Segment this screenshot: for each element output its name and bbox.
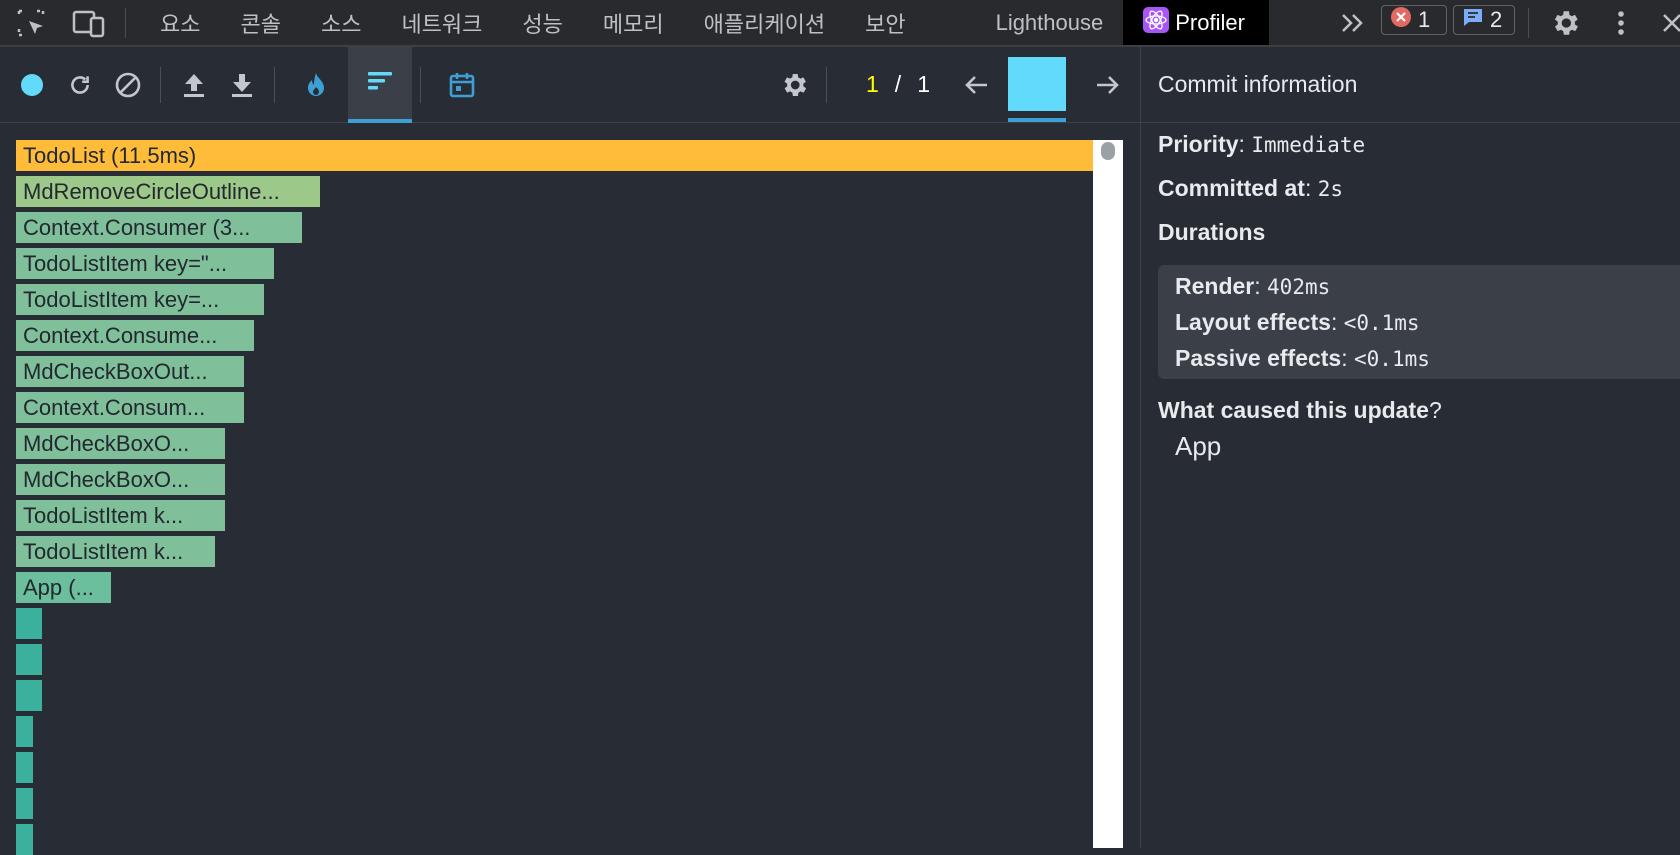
update-cause-component[interactable]: App (1175, 431, 1221, 462)
commit-bar[interactable] (1008, 56, 1066, 111)
layout-effects-value: <0.1ms (1343, 311, 1420, 335)
committed-at-value: 2s (1317, 177, 1344, 201)
load-profile-icon[interactable] (178, 47, 210, 122)
close-devtools-icon[interactable] (1660, 0, 1680, 45)
reload-and-profile-icon[interactable] (64, 47, 96, 122)
more-options-icon[interactable] (1611, 0, 1631, 45)
divider (160, 67, 161, 103)
update-cause-row: What caused this update? (1158, 397, 1442, 423)
durations-label: Durations (1158, 219, 1265, 246)
component-bar[interactable] (16, 716, 34, 747)
devtools-tabbar: 요소 콘솔 소스 네트워크 성능 메모리 애플리케이션 보안 Lighthous… (0, 0, 1680, 47)
component-bar[interactable]: MdCheckBoxOut... (16, 356, 245, 387)
component-bar[interactable]: TodoListItem key=... (16, 284, 265, 315)
commit-current: 1 (866, 71, 879, 97)
commit-counter: 1 / 1 (848, 47, 948, 122)
tab-lighthouse[interactable]: Lighthouse (926, 0, 1124, 45)
component-bar[interactable]: MdCheckBoxO... (16, 464, 226, 495)
passive-effects-value: <0.1ms (1354, 347, 1430, 371)
divider (274, 67, 275, 103)
tab-memory[interactable]: 메모리 (583, 0, 684, 45)
priority-label: Priority (1158, 131, 1239, 157)
component-bar[interactable] (16, 752, 34, 783)
layout-effects-row: Layout effects: <0.1ms (1175, 309, 1420, 335)
inspect-element-icon[interactable] (16, 0, 46, 45)
committed-at-label: Committed at (1158, 175, 1305, 201)
component-bar[interactable] (16, 824, 34, 855)
divider (826, 67, 827, 103)
divider (420, 67, 421, 103)
message-icon (1462, 6, 1484, 34)
save-profile-icon[interactable] (226, 47, 258, 122)
component-bar[interactable]: TodoListItem k... (16, 500, 226, 531)
component-bar[interactable]: TodoListItem key="... (16, 248, 275, 279)
record-button[interactable] (16, 47, 48, 122)
component-bar[interactable]: MdRemoveCircleOutline... (16, 176, 321, 207)
messages-count: 2 (1490, 7, 1503, 32)
error-icon (1390, 6, 1412, 34)
component-bar[interactable]: Context.Consume... (16, 320, 255, 351)
flamegraph-chart-icon[interactable] (300, 47, 332, 122)
tab-network[interactable]: 네트워크 (381, 0, 502, 45)
chart-scrollbar-thumb[interactable] (1101, 142, 1115, 160)
durations-heading: Durations (1158, 219, 1266, 245)
timeline-calendar-icon[interactable] (446, 47, 478, 122)
tab-profiler-label: Profiler (1175, 9, 1245, 35)
clear-profiling-icon[interactable] (112, 47, 144, 122)
panel-title: Commit information (1141, 47, 1680, 123)
next-commit-arrow-icon[interactable] (1092, 47, 1124, 122)
errors-count: 1 (1418, 7, 1431, 32)
passive-effects-label: Passive effects (1175, 345, 1342, 371)
previous-commit-arrow-icon[interactable] (960, 47, 992, 122)
component-bar[interactable] (16, 644, 43, 675)
render-label: Render (1175, 273, 1255, 299)
priority-value: Immediate (1251, 133, 1366, 157)
component-bar[interactable]: App (... (16, 572, 112, 603)
more-tabs-icon[interactable] (1340, 0, 1366, 45)
render-duration-row: Render: 402ms (1175, 273, 1331, 299)
component-bar[interactable] (16, 788, 34, 819)
profiler-settings-gear-icon[interactable] (776, 47, 812, 122)
panel-tabs: 요소 콘솔 소스 네트워크 성능 메모리 애플리케이션 보안 Lighthous… (140, 0, 1269, 45)
messages-badge[interactable]: 2 (1453, 5, 1515, 35)
tab-profiler[interactable]: Profiler (1123, 0, 1269, 45)
component-bar[interactable]: Context.Consum... (16, 392, 245, 423)
commit-separator: / (894, 71, 902, 97)
component-bar[interactable]: Context.Consumer (3... (16, 212, 303, 243)
render-value: 402ms (1267, 275, 1331, 299)
tab-sources[interactable]: 소스 (301, 0, 381, 45)
tab-security[interactable]: 보안 (845, 0, 925, 45)
passive-effects-row: Passive effects: <0.1ms (1175, 345, 1430, 371)
ranked-chart-button[interactable] (348, 47, 412, 123)
tab-application[interactable]: 애플리케이션 (684, 0, 845, 45)
tab-performance[interactable]: 성능 (502, 0, 582, 45)
tab-elements[interactable]: 요소 (140, 0, 220, 45)
selected-component-bar[interactable]: TodoList (11.5ms) (16, 140, 1094, 171)
layout-effects-label: Layout effects (1175, 309, 1331, 335)
commit-total: 1 (917, 71, 930, 97)
react-icon (1143, 6, 1170, 39)
commit-selector[interactable] (1008, 47, 1066, 122)
update-cause-label: What caused this update (1158, 397, 1429, 423)
commit-information-panel: Commit information Priority: Immediate C… (1140, 47, 1680, 848)
chart-scrollbar[interactable] (1093, 140, 1123, 848)
priority-row: Priority: Immediate (1158, 131, 1366, 157)
committed-at-row: Committed at: 2s (1158, 175, 1344, 201)
component-bar[interactable]: TodoListItem k... (16, 536, 216, 567)
tab-console[interactable]: 콘솔 (220, 0, 300, 45)
profiler-toolbar: 1 / 1 (0, 47, 1140, 123)
settings-gear-icon[interactable] (1549, 0, 1581, 45)
ranked-chart-icon (366, 69, 394, 98)
ranked-chart: TodoList (11.5ms) MdRemoveCircleOutline..… (0, 124, 1140, 855)
component-bar[interactable] (16, 608, 43, 639)
errors-badge[interactable]: 1 (1381, 5, 1447, 35)
divider (125, 8, 126, 38)
component-bar[interactable] (16, 680, 43, 711)
commit-selected-indicator (1008, 118, 1066, 122)
component-bar[interactable]: MdCheckBoxO... (16, 428, 226, 459)
divider (1528, 8, 1529, 38)
device-toolbar-icon[interactable] (72, 0, 106, 45)
